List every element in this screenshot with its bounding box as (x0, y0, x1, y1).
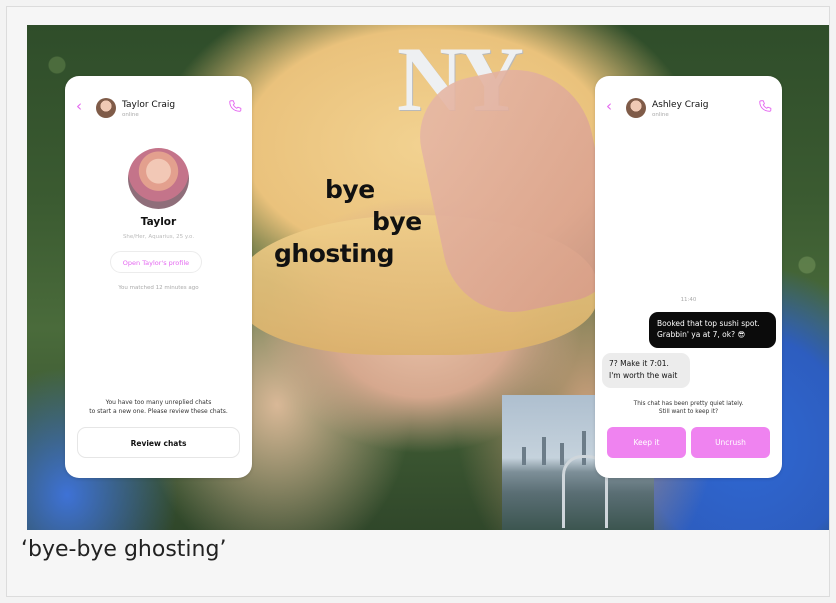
contact-name: Taylor Craig (122, 100, 176, 110)
prompt-line: This chat has been pretty quiet lately. (633, 401, 744, 407)
skyline-building (560, 443, 564, 465)
warning-line: You have too many unreplied chats (105, 399, 212, 406)
contact-status: online (122, 112, 139, 118)
uncrush-button[interactable]: Uncrush (691, 427, 770, 458)
outgoing-message: Booked that top sushi spot. Grabbin' ya … (649, 312, 776, 348)
avatar[interactable] (626, 98, 646, 118)
message-timestamp: 11:40 (680, 297, 697, 303)
figure-caption: ‘bye-bye ghosting’ (21, 537, 227, 562)
open-profile-button[interactable]: Open Taylor's profile (110, 251, 202, 273)
phone-icon[interactable] (228, 99, 242, 113)
message-line: I'm worth the wait (609, 371, 678, 380)
message-line: 7? Make it 7:01. (609, 359, 669, 368)
chat-header: ‹ Taylor Craig online (65, 76, 252, 118)
phone-screen-profile: ‹ Taylor Craig online Taylor She/Her, Aq… (65, 76, 252, 478)
keep-it-button[interactable]: Keep it (607, 427, 686, 458)
incoming-message: 7? Make it 7:01. I'm worth the wait (602, 353, 690, 388)
contact-status: online (652, 112, 669, 118)
prompt-line: Still want to keep it? (658, 409, 719, 415)
overlay-text-line3: ghosting (274, 239, 394, 268)
avatar[interactable] (96, 98, 116, 118)
message-line: Grabbin' ya at 7, ok? 😎 (657, 330, 746, 339)
review-chats-button[interactable]: Review chats (77, 427, 240, 458)
figure-frame: NY bye bye ghosting ‹ Taylor Craig onlin… (6, 6, 830, 597)
skyline-building (542, 437, 546, 465)
chevron-left-icon[interactable]: ‹ (606, 99, 612, 114)
background-photo: NY bye bye ghosting ‹ Taylor Craig onlin… (27, 25, 829, 530)
warning-line: to start a new one. Please review these … (89, 408, 228, 415)
profile-meta: She/Her, Aquarius, 25 y.o. (122, 234, 195, 240)
chevron-left-icon[interactable]: ‹ (76, 99, 82, 114)
unreplied-warning: You have too many unreplied chats to sta… (75, 398, 242, 416)
chat-header: ‹ Ashley Craig online (595, 76, 782, 118)
phone-icon[interactable] (758, 99, 772, 113)
profile-photo (128, 148, 189, 209)
skyline-building (522, 447, 526, 465)
quiet-chat-prompt: This chat has been pretty quiet lately. … (605, 400, 772, 416)
profile-name: Taylor (140, 216, 177, 228)
overlay-text-line1: bye (325, 175, 375, 204)
overlay-text-line2: bye (372, 207, 422, 236)
matched-text: You matched 12 minutes ago (118, 285, 199, 291)
phone-screen-chat: ‹ Ashley Craig online 11:40 Booked that … (595, 76, 782, 478)
message-line: Booked that top sushi spot. (657, 319, 760, 328)
contact-name: Ashley Craig (652, 100, 709, 110)
